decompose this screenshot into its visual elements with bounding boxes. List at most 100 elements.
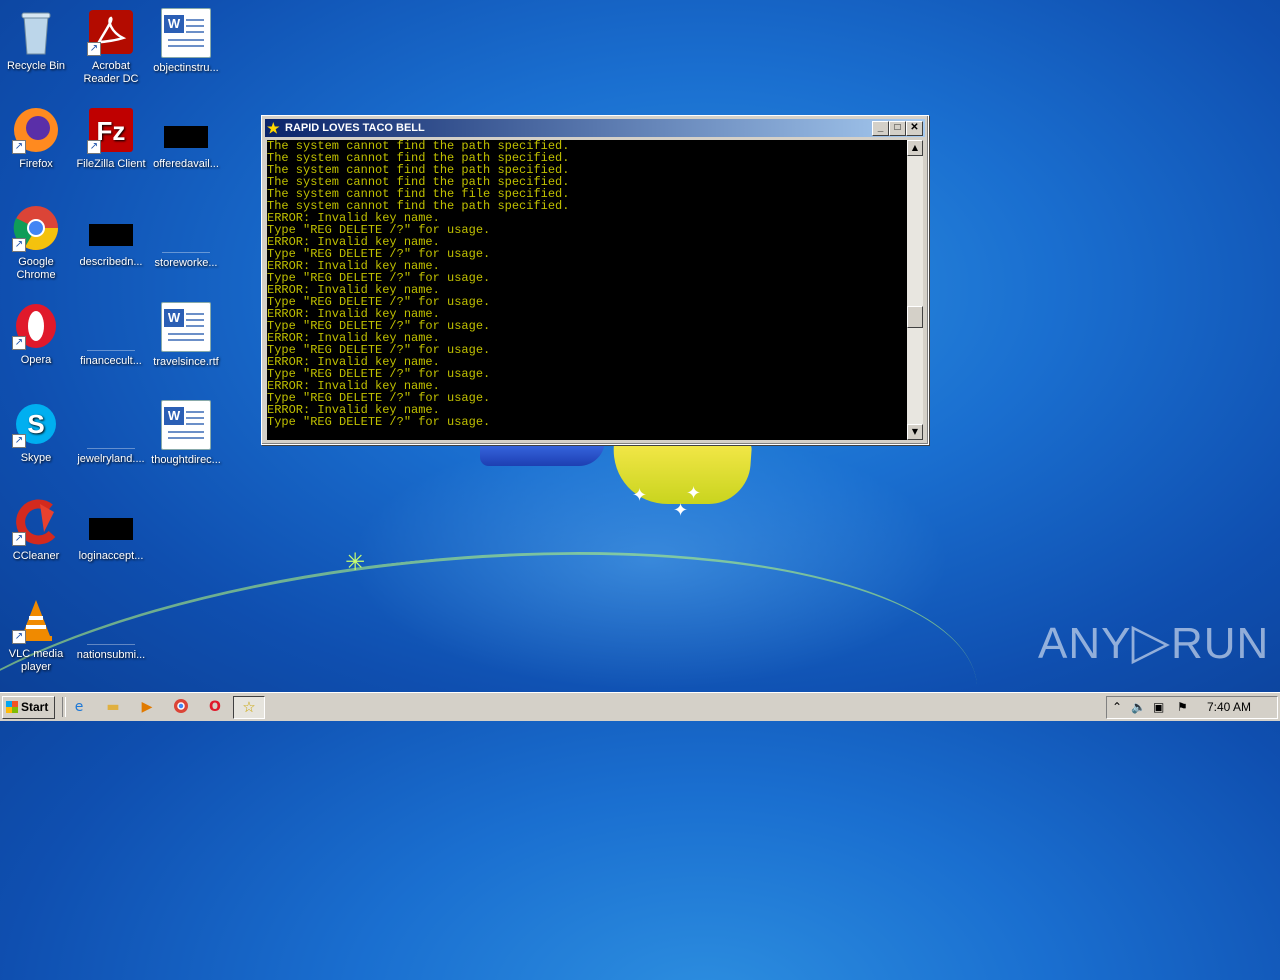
shortcut-arrow-icon: ↗ <box>87 140 101 154</box>
scroll-thumb[interactable] <box>907 306 923 328</box>
desktop-icon-storeworke[interactable]: storeworke... <box>148 204 224 270</box>
media-player-icon[interactable]: ▶ <box>138 698 156 716</box>
shortcut-arrow-icon: ↗ <box>12 630 26 644</box>
word-document-icon: W <box>161 400 211 450</box>
desktop-icon-thoughtdirec[interactable]: W thoughtdirec... <box>148 400 224 467</box>
redacted-file-icon <box>162 106 210 154</box>
explorer-icon[interactable]: ▬ <box>104 698 122 716</box>
scroll-down-button[interactable]: ▼ <box>907 424 923 440</box>
desktop-icon-label: Google Chrome <box>16 256 56 281</box>
watermark-left: ANY <box>1038 619 1132 668</box>
anyrun-watermark: ANY▷RUN <box>1038 612 1269 670</box>
desktop-icon-describedn[interactable]: describedn... <box>73 204 149 269</box>
desktop-icon-label: Acrobat Reader DC <box>83 60 139 85</box>
recycle-bin-icon <box>12 8 60 56</box>
desktop-icon-label: Firefox <box>19 158 53 170</box>
ie-icon[interactable]: e <box>70 698 88 716</box>
desktop-icon-opera[interactable]: ↗ Opera <box>0 302 74 367</box>
console-title: RAPID LOVES TACO BELL <box>285 122 425 134</box>
opera-icon[interactable]: O <box>206 698 224 716</box>
blank-file-icon <box>162 204 210 253</box>
shortcut-arrow-icon: ↗ <box>87 42 101 56</box>
start-button[interactable]: Start <box>2 696 55 719</box>
vertical-scrollbar[interactable]: ▲ ▼ <box>907 140 923 440</box>
desktop-icon-offeredavail[interactable]: offeredavail... <box>148 106 224 171</box>
redacted-file-icon <box>87 204 135 252</box>
shortcut-arrow-icon: ↗ <box>12 336 26 350</box>
chrome-icon: ↗ <box>12 204 60 252</box>
desktop-icon-recycle-bin[interactable]: Recycle Bin <box>0 8 74 73</box>
desktop-icon-label: loginaccept... <box>78 550 144 562</box>
taskbar: Start e ▬ ▶ O ☆ ⌃ 🔈 ▣ ⚑ 7:40 AM <box>0 692 1280 721</box>
chevron-up-icon[interactable]: ⌃ <box>1112 700 1122 714</box>
start-label: Start <box>21 700 49 714</box>
firefox-icon: ↗ <box>12 106 60 154</box>
desktop-icon-ccleaner[interactable]: ↗ CCleaner <box>0 498 74 563</box>
desktop-icon-chrome[interactable]: ↗ Google Chrome <box>0 204 74 282</box>
flag-icon[interactable]: ⚑ <box>1177 700 1188 714</box>
skype-icon: S ↗ <box>12 400 60 448</box>
desktop-icon-vlc[interactable]: ↗ VLC media player <box>0 596 74 674</box>
star-icon: ☆ <box>242 698 256 716</box>
watermark-right: RUN <box>1170 619 1270 668</box>
star-icon: ★ <box>267 120 280 136</box>
blank-file-icon <box>87 400 135 449</box>
sparkle-icon: ✦ <box>632 485 648 506</box>
blank-file-icon <box>87 302 135 351</box>
desktop-icon-acrobat[interactable]: ↗ Acrobat Reader DC <box>73 8 149 86</box>
desktop-icon-financecult[interactable]: financecult... <box>73 302 149 368</box>
desktop-icon-label: thoughtdirec... <box>151 454 221 466</box>
desktop-icon-label: CCleaner <box>12 550 60 562</box>
network-icon[interactable]: ▣ <box>1153 700 1164 714</box>
close-button[interactable]: ✕ <box>906 121 923 136</box>
console-window[interactable]: ★ RAPID LOVES TACO BELL _ □ ✕ The system… <box>261 115 929 445</box>
desktop-icon-label: nationsubmi... <box>76 649 146 661</box>
svg-text:S: S <box>27 409 44 439</box>
volume-icon[interactable]: 🔈 <box>1131 700 1146 714</box>
minimize-button[interactable]: _ <box>872 121 889 136</box>
sparkle-icon: ✦ <box>673 500 689 521</box>
desktop-icon-objectinstru[interactable]: W objectinstru... <box>148 8 224 75</box>
filezilla-icon: Fz ↗ <box>87 106 135 154</box>
blank-file-icon <box>87 596 135 645</box>
opera-icon: ↗ <box>12 302 60 350</box>
word-document-icon: W <box>161 8 211 58</box>
play-icon: ▷ <box>1131 613 1171 669</box>
ccleaner-icon: ↗ <box>12 498 60 546</box>
shortcut-arrow-icon: ↗ <box>12 140 26 154</box>
chrome-icon[interactable] <box>172 698 190 716</box>
maximize-button[interactable]: □ <box>889 121 906 136</box>
taskbar-separator <box>62 697 66 717</box>
sparkle-icon: ✳ <box>345 548 366 576</box>
desktop-icon-nationsubmi[interactable]: nationsubmi... <box>73 596 149 662</box>
desktop-icon-label: travelsince.rtf <box>153 356 219 368</box>
desktop-icon-jewelryland[interactable]: jewelryland.... <box>73 400 149 466</box>
console-title-bar[interactable]: ★ RAPID LOVES TACO BELL _ □ ✕ <box>265 119 925 137</box>
console-output-area[interactable]: The system cannot find the path specifie… <box>267 140 907 440</box>
desktop-icon-firefox[interactable]: ↗ Firefox <box>0 106 74 171</box>
desktop-icon-label: offeredavail... <box>153 158 219 170</box>
desktop-icon-label: FileZilla Client <box>76 158 146 170</box>
desktop-icon-label: VLC media player <box>8 648 64 673</box>
desktop-icon-travelsince[interactable]: W travelsince.rtf <box>148 302 224 369</box>
console-output-text: The system cannot find the path specifie… <box>267 140 570 429</box>
shortcut-arrow-icon: ↗ <box>12 532 26 546</box>
desktop-icon-label: Opera <box>20 354 52 366</box>
taskbar-item-console[interactable]: ☆ <box>233 696 265 719</box>
desktop-icon-filezilla[interactable]: Fz ↗ FileZilla Client <box>73 106 149 171</box>
desktop-icon-label: Recycle Bin <box>6 60 66 72</box>
desktop-icon-label: describedn... <box>79 256 143 268</box>
shortcut-arrow-icon: ↗ <box>12 434 26 448</box>
desktop-icon-label: storeworke... <box>154 257 218 269</box>
desktop-icon-label: financecult... <box>80 355 142 367</box>
desktop-icon-skype[interactable]: S ↗ Skype <box>0 400 74 465</box>
shortcut-arrow-icon: ↗ <box>12 238 26 252</box>
clock[interactable]: 7:40 AM <box>1207 700 1251 714</box>
sparkle-icon: ✦ <box>686 483 702 504</box>
desktop-icon-loginaccept[interactable]: loginaccept... <box>73 498 149 563</box>
desktop-icon-label: objectinstru... <box>153 62 219 74</box>
desktop-icon-label: Skype <box>20 452 52 464</box>
scroll-up-button[interactable]: ▲ <box>907 140 923 156</box>
word-document-icon: W <box>161 302 211 352</box>
vlc-cone-icon: ↗ <box>12 596 60 644</box>
